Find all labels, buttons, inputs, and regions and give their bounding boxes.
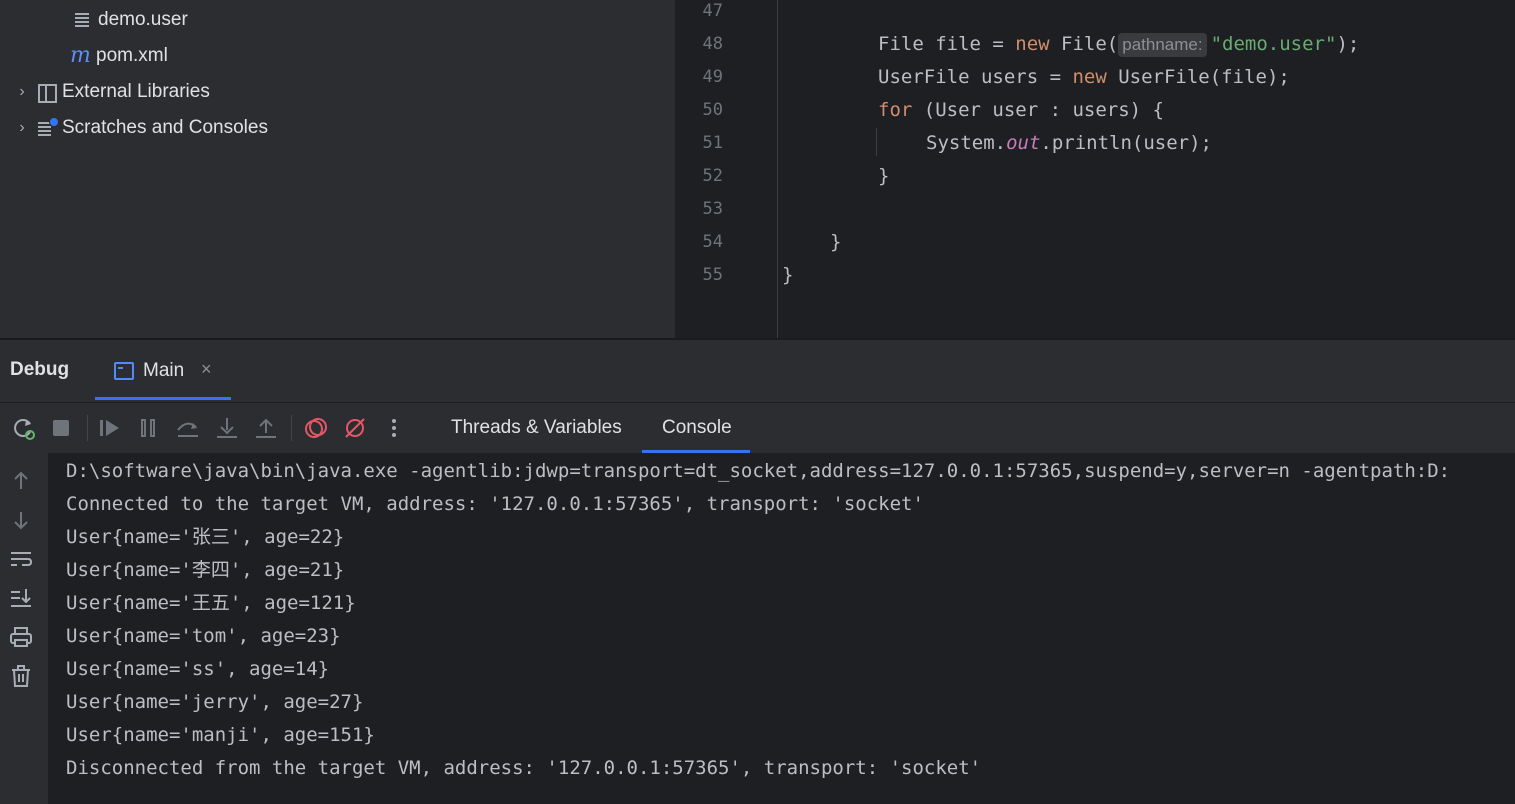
console-line: User{name='jerry', age=27} — [66, 691, 364, 713]
code-editor[interactable]: 47 48 49 50 51 52 53 54 55 File file = n… — [675, 0, 1515, 338]
tree-item-label: External Libraries — [62, 81, 210, 102]
toolbar-separator — [87, 415, 88, 441]
tab-threads-variables[interactable]: Threads & Variables — [451, 403, 622, 453]
console-line: User{name='tom', age=23} — [66, 625, 341, 647]
code-keyword: new — [1015, 33, 1050, 55]
console-line: User{name='王五', age=121} — [66, 592, 356, 614]
resume-icon[interactable] — [97, 415, 123, 441]
tree-item-label: Scratches and Consoles — [62, 117, 268, 138]
code-line-51[interactable]: System.out.println(user); — [926, 127, 1212, 160]
line-number: 55 — [702, 265, 723, 285]
code-line-54[interactable]: } — [830, 226, 841, 259]
close-icon[interactable]: × — [201, 359, 212, 380]
libraries-icon — [36, 81, 58, 103]
rerun-icon[interactable] — [10, 415, 36, 441]
console-output[interactable]: D:\software\java\bin\java.exe -agentlib:… — [48, 453, 1515, 804]
code-token: System. — [926, 132, 1007, 154]
pause-icon[interactable] — [136, 415, 162, 441]
console-line: User{name='李四', age=21} — [66, 559, 345, 581]
code-line-55[interactable]: } — [782, 259, 793, 292]
tab-active-indicator — [95, 397, 231, 400]
code-static-field: out — [1006, 132, 1041, 154]
console-line: User{name='ss', age=14} — [66, 658, 330, 680]
tree-item-scratches[interactable]: › Scratches and Consoles — [14, 110, 268, 146]
print-icon[interactable] — [8, 624, 34, 650]
code-token: (User user : users) { — [912, 99, 1164, 121]
editor-gutter: 47 48 49 50 51 52 53 54 55 — [675, 0, 775, 338]
step-out-icon[interactable] — [253, 415, 279, 441]
maven-icon: m — [70, 43, 91, 68]
project-tool-window: demo.user m pom.xml › External Libraries… — [0, 0, 675, 338]
step-over-icon[interactable] — [175, 415, 201, 441]
scroll-to-end-icon[interactable] — [8, 585, 34, 611]
code-token: File( — [1049, 33, 1119, 55]
line-number: 52 — [702, 166, 723, 186]
code-line-48[interactable]: File file = new File(pathname: "demo.user… — [878, 28, 1359, 61]
console-line: User{name='张三', age=22} — [66, 526, 345, 548]
chevron-right-icon[interactable]: › — [14, 83, 30, 101]
indent-guide — [876, 128, 877, 156]
code-keyword: new — [1072, 66, 1107, 88]
parameter-hint: pathname: — [1118, 33, 1207, 57]
code-token: UserFile(file); — [1106, 66, 1290, 88]
console-line: User{name='manji', age=151} — [66, 724, 375, 746]
console-line: Connected to the target VM, address: '12… — [66, 493, 924, 515]
line-number: 48 — [702, 34, 723, 54]
down-arrow-icon[interactable] — [8, 507, 34, 533]
step-into-icon[interactable] — [214, 415, 240, 441]
tree-item-external-libraries[interactable]: › External Libraries — [14, 74, 210, 110]
gutter-divider — [777, 0, 778, 338]
tab-label: Main — [143, 360, 185, 381]
more-icon[interactable] — [381, 415, 407, 441]
line-number: 54 — [702, 232, 723, 252]
view-breakpoints-icon[interactable] — [303, 415, 329, 441]
console-line: D:\software\java\bin\java.exe -agentlib:… — [66, 460, 1451, 482]
up-arrow-icon[interactable] — [8, 468, 34, 494]
debug-toolbar: Threads & Variables Console — [0, 403, 1515, 453]
text-file-icon — [72, 9, 94, 31]
tree-item-label: demo.user — [98, 9, 188, 30]
code-line-52[interactable]: } — [878, 160, 889, 193]
line-number: 53 — [702, 199, 723, 219]
mute-breakpoints-icon[interactable] — [342, 415, 368, 441]
code-token: ); — [1336, 33, 1360, 55]
tab-console[interactable]: Console — [662, 403, 732, 453]
console-side-toolbar — [0, 453, 48, 804]
chevron-right-icon[interactable]: › — [14, 119, 30, 137]
stop-icon[interactable] — [48, 415, 74, 441]
line-number: 50 — [702, 100, 723, 120]
line-number: 51 — [702, 133, 723, 153]
tree-item-pom-xml[interactable]: m pom.xml — [70, 38, 168, 74]
code-token: File file = — [878, 33, 1016, 55]
code-token: .println(user); — [1040, 132, 1212, 154]
toolbar-separator — [291, 415, 292, 441]
code-token: UserFile users = — [878, 66, 1073, 88]
soft-wrap-icon[interactable] — [8, 546, 34, 572]
tab-main[interactable]: Main × — [95, 340, 231, 400]
debug-header: Debug Main × — [0, 340, 1515, 403]
code-line-50[interactable]: for (User user : users) { — [878, 94, 1164, 127]
scratches-icon — [36, 117, 59, 139]
debug-title: Debug — [10, 359, 70, 380]
window-icon — [114, 362, 134, 380]
tree-item-label: pom.xml — [96, 45, 168, 66]
trash-icon[interactable] — [8, 663, 34, 689]
tree-item-demo-user[interactable]: demo.user — [72, 2, 188, 38]
code-line-49[interactable]: UserFile users = new UserFile(file); — [878, 61, 1290, 94]
console-line: Disconnected from the target VM, address… — [66, 757, 982, 779]
code-string: "demo.user" — [1210, 33, 1337, 55]
code-keyword: for — [878, 99, 913, 121]
line-number: 49 — [702, 67, 723, 87]
line-number: 47 — [702, 1, 723, 21]
